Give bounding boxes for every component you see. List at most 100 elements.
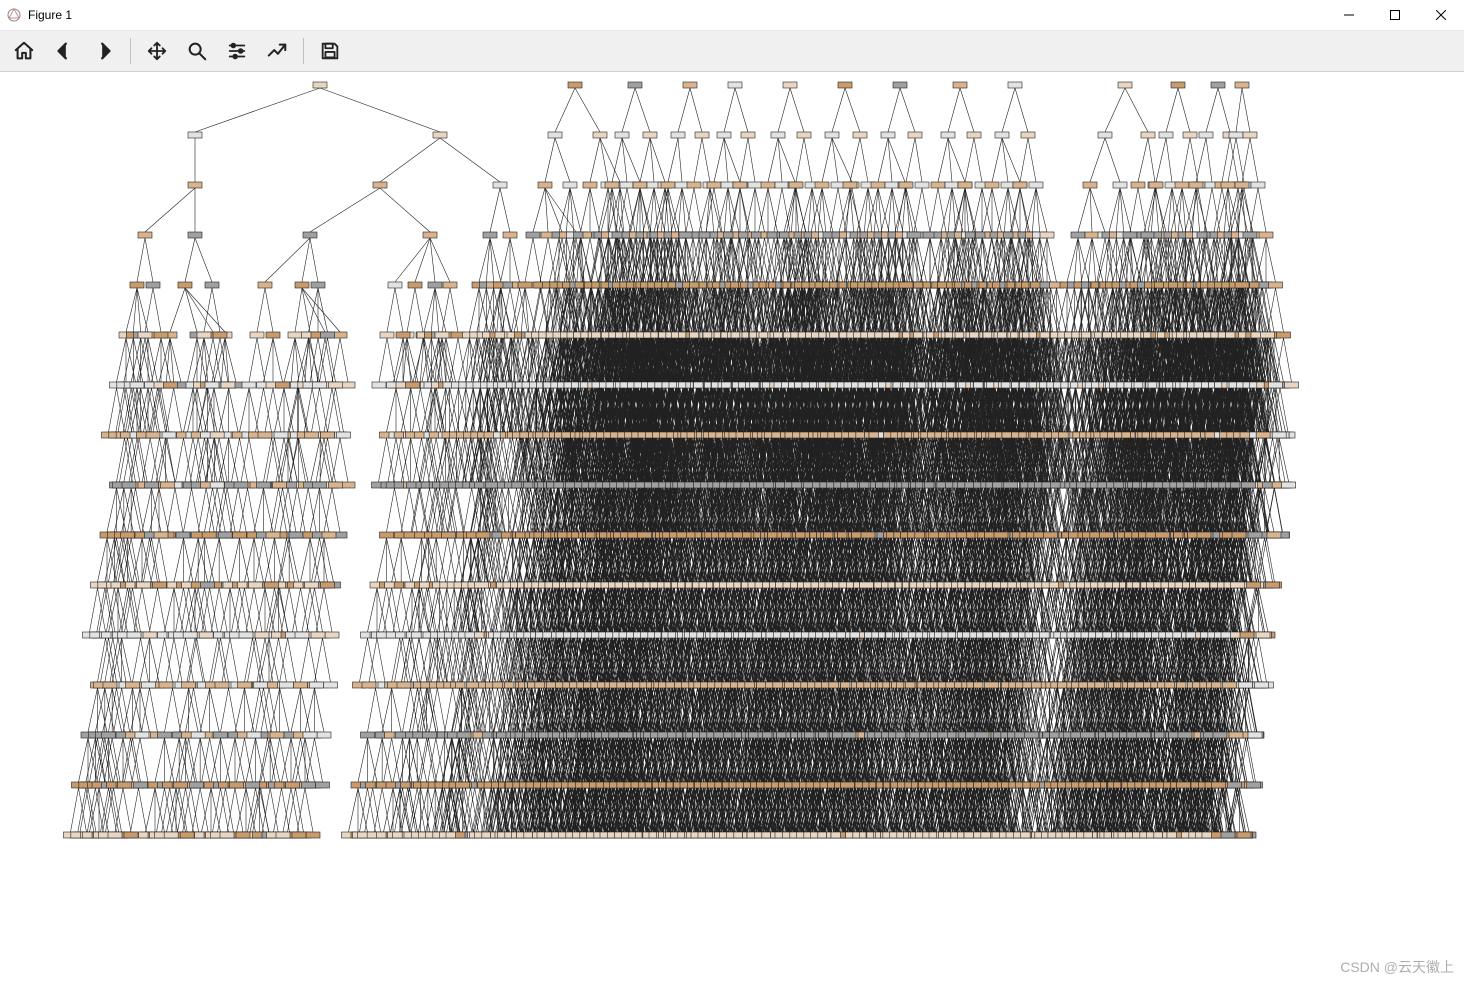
tree-node	[333, 332, 347, 338]
save-button[interactable]	[310, 33, 350, 69]
tree-node	[457, 732, 471, 738]
tree-node	[153, 582, 167, 588]
tree-node	[254, 682, 268, 688]
tree-node	[337, 432, 351, 438]
window-title: Figure 1	[28, 8, 72, 22]
pan-button[interactable]	[137, 33, 177, 69]
tree-node	[122, 482, 136, 488]
tree-node	[313, 82, 327, 88]
tree-node	[295, 632, 309, 638]
tree-node	[202, 532, 216, 538]
tree-node	[305, 582, 319, 588]
tree-node	[321, 432, 335, 438]
maximize-button[interactable]	[1372, 0, 1418, 30]
tree-node	[238, 682, 252, 688]
close-button[interactable]	[1418, 0, 1464, 30]
tree-node	[145, 482, 159, 488]
tree-node	[135, 732, 149, 738]
tree-node	[199, 632, 213, 638]
titlebar: Figure 1	[0, 0, 1464, 31]
tree-node	[317, 732, 331, 738]
tree-node	[190, 782, 204, 788]
tree-node	[329, 382, 343, 388]
tree-node	[538, 182, 552, 188]
tree-node	[191, 732, 205, 738]
forward-button[interactable]	[84, 33, 124, 69]
tree-node	[321, 582, 335, 588]
toolbar-separator	[303, 38, 304, 64]
tree-node	[234, 482, 248, 488]
tree-node	[180, 832, 194, 838]
tree-node	[321, 332, 335, 338]
tree-node	[280, 682, 294, 688]
tree-node	[286, 782, 300, 788]
tree-node	[276, 382, 290, 388]
tree-node	[428, 282, 442, 288]
tree-node	[593, 132, 607, 138]
tree-node	[138, 332, 152, 338]
tree-node	[242, 382, 256, 388]
tree-node	[213, 332, 227, 338]
tree-node	[137, 582, 151, 588]
tree-node	[154, 532, 168, 538]
tree-node	[456, 782, 470, 788]
tree-node	[266, 532, 280, 538]
tree-node	[258, 282, 272, 288]
tree-node	[288, 332, 302, 338]
tree-node	[188, 232, 202, 238]
tree-node	[518, 282, 532, 288]
tree-node	[246, 782, 260, 788]
tree-node	[380, 332, 394, 338]
tree-node	[322, 532, 336, 538]
tree-node	[380, 532, 394, 538]
tree-node	[126, 682, 140, 688]
tree-node	[257, 482, 271, 488]
tree-node	[373, 182, 387, 188]
figure-canvas[interactable]: CSDN @云天徽上	[0, 72, 1464, 981]
tree-node	[124, 832, 138, 838]
tree-node	[408, 282, 422, 288]
tree-node	[221, 382, 235, 388]
tree-node	[433, 132, 447, 138]
axes-button[interactable]	[257, 33, 297, 69]
tree-node	[205, 282, 219, 288]
tree-node	[215, 682, 229, 688]
tree-node	[423, 232, 437, 238]
tree-node	[239, 632, 253, 638]
tree-node	[362, 682, 376, 688]
tree-node	[295, 282, 309, 288]
tree-node	[143, 632, 157, 638]
tree-node	[568, 82, 582, 88]
tree-node	[266, 332, 280, 338]
tree-node	[388, 282, 402, 288]
tree-node	[201, 582, 215, 588]
tree-node	[146, 282, 160, 288]
home-button[interactable]	[4, 33, 44, 69]
minimize-button[interactable]	[1326, 0, 1372, 30]
toolbar-separator	[130, 38, 131, 64]
tree-node	[276, 832, 290, 838]
tree-node	[341, 382, 355, 388]
tree-node	[102, 732, 116, 738]
tree-node	[233, 532, 247, 538]
tree-node	[158, 732, 172, 738]
tree-node	[154, 332, 168, 338]
tree-node	[118, 782, 132, 788]
tree-node	[476, 532, 490, 538]
subplots-button[interactable]	[217, 33, 257, 69]
tree-node	[292, 832, 306, 838]
tree-node	[210, 432, 224, 438]
tree-node	[302, 782, 316, 788]
tree-node	[176, 532, 190, 538]
tree-node	[142, 682, 156, 688]
tree-node	[197, 332, 211, 338]
tree-node	[324, 682, 338, 688]
tree-node	[174, 782, 188, 788]
navigation-toolbar	[0, 31, 1464, 72]
zoom-button[interactable]	[177, 33, 217, 69]
tree-node	[306, 832, 320, 838]
tree-node	[583, 182, 597, 188]
back-button[interactable]	[44, 33, 84, 69]
tree-node	[159, 682, 173, 688]
tree-node	[258, 432, 272, 438]
